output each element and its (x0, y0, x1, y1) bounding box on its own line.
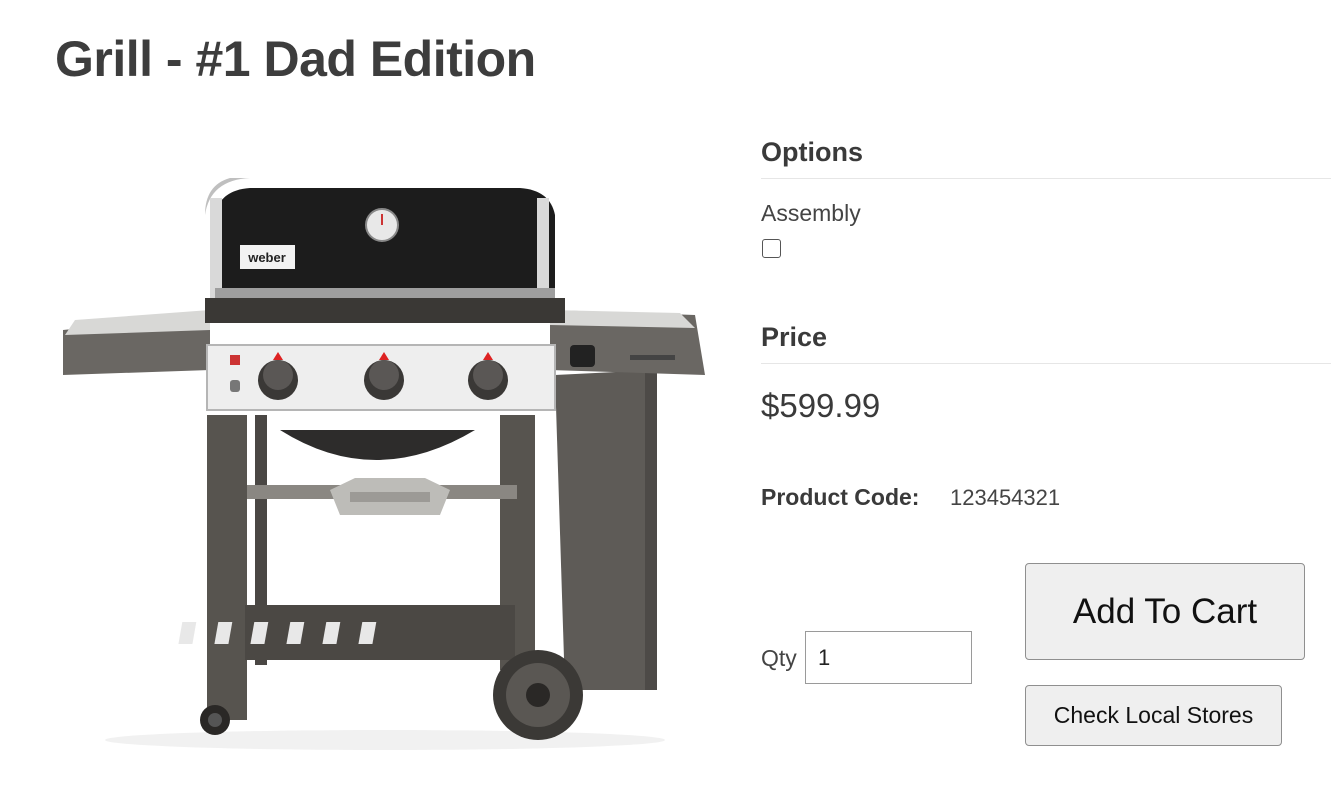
assembly-checkbox[interactable] (762, 239, 781, 258)
page-title: Grill - #1 Dad Edition (55, 31, 536, 87)
add-to-cart-button[interactable]: Add To Cart (1025, 563, 1305, 660)
check-local-stores-button[interactable]: Check Local Stores (1025, 685, 1282, 746)
options-heading: Options (761, 137, 1331, 179)
product-image: weber (55, 170, 720, 760)
qty-label: Qty (761, 645, 797, 671)
product-code-value: 123454321 (950, 485, 1061, 510)
svg-text:weber: weber (247, 250, 286, 265)
price-value: $599.99 (761, 387, 881, 424)
assembly-option-label: Assembly (761, 200, 861, 226)
price-heading: Price (761, 322, 1331, 364)
qty-input[interactable] (805, 631, 972, 684)
product-code-label: Product Code: (761, 484, 920, 510)
